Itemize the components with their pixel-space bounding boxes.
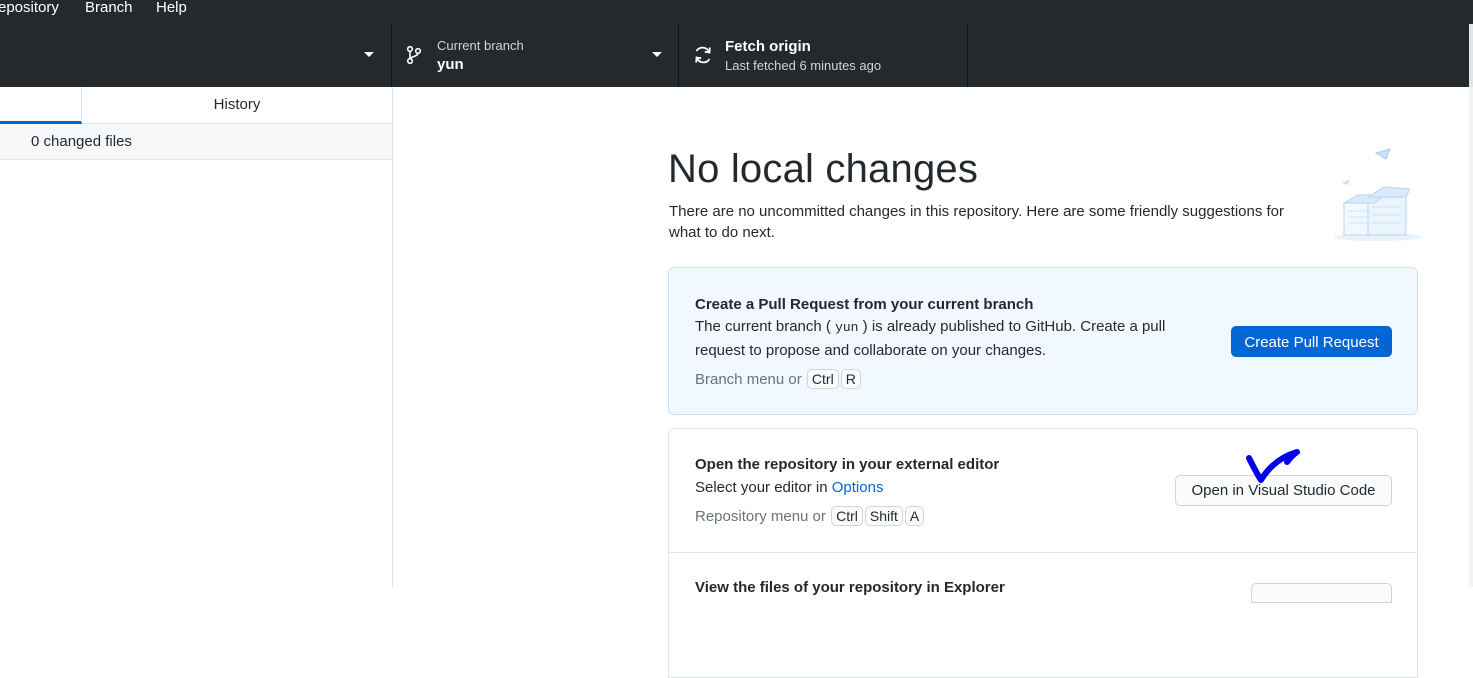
- pull-request-hint: Branch menu or Ctrl R: [695, 369, 862, 389]
- pull-request-title: Create a Pull Request from your current …: [695, 296, 1034, 313]
- hint-text: Repository menu or: [695, 508, 826, 525]
- external-editor-title: Open the repository in your external edi…: [695, 456, 1000, 473]
- fetch-origin-button[interactable]: Fetch origin Last fetched 6 minutes ago: [680, 24, 968, 87]
- chevron-down-icon: [652, 52, 662, 57]
- sync-icon: [695, 46, 711, 64]
- pull-request-text: The current branch (: [695, 318, 831, 335]
- scrollbar-edge: [1469, 24, 1473, 87]
- menu-repository[interactable]: epository: [0, 0, 59, 15]
- explorer-title: View the files of your repository in Exp…: [695, 579, 1005, 596]
- menu-help[interactable]: Help: [156, 0, 187, 15]
- toolbar: Current branch yun Fetch origin Last fet…: [0, 24, 1473, 87]
- show-in-explorer-button[interactable]: [1251, 583, 1392, 603]
- changed-files-header: 0 changed files: [0, 124, 392, 160]
- git-branch-icon: [406, 45, 422, 65]
- last-fetched-text: Last fetched 6 minutes ago: [725, 58, 882, 73]
- branch-code: yun: [835, 320, 859, 335]
- menu-branch[interactable]: Branch: [85, 0, 133, 15]
- external-editor-hint: Repository menu or Ctrl Shift A: [695, 506, 925, 526]
- hint-text: Branch menu or: [695, 371, 802, 388]
- chevron-down-icon: [364, 52, 374, 57]
- window-edge: [1469, 87, 1473, 587]
- fetch-origin-label: Fetch origin: [725, 38, 811, 55]
- kbd-ctrl: Ctrl: [831, 506, 863, 526]
- pull-request-description: The current branch ( yun ) is already pu…: [695, 315, 1195, 362]
- options-link[interactable]: Options: [832, 479, 884, 496]
- current-branch-label: Current branch: [437, 38, 524, 53]
- kbd-shift: Shift: [864, 506, 903, 526]
- pull-request-card: Create a Pull Request from your current …: [668, 267, 1418, 415]
- tab-changes[interactable]: [0, 87, 82, 124]
- menu-bar: epository Branch Help: [0, 0, 1473, 24]
- kbd-r: R: [840, 369, 861, 389]
- kbd-ctrl: Ctrl: [806, 369, 839, 389]
- sidebar: History 0 changed files: [0, 87, 393, 587]
- external-editor-description: Select your editor in Options: [695, 476, 1195, 499]
- current-repository-dropdown[interactable]: [0, 24, 392, 87]
- tab-bar: History: [0, 87, 392, 124]
- page-description: There are no uncommitted changes in this…: [669, 203, 1285, 241]
- tab-history[interactable]: History: [82, 87, 392, 124]
- changed-files-count: 0 changed files: [31, 133, 132, 150]
- main-content: No local changes There are no uncommitte…: [394, 87, 1473, 678]
- create-pull-request-button[interactable]: Create Pull Request: [1231, 326, 1392, 357]
- editor-text: Select your editor in: [695, 479, 828, 496]
- kbd-a: A: [904, 506, 925, 526]
- page-title: No local changes: [668, 147, 979, 191]
- empty-state-illustration-icon: [1334, 148, 1422, 241]
- suggestions-card: Open the repository in your external edi…: [668, 428, 1418, 678]
- current-branch-dropdown[interactable]: Current branch yun: [393, 24, 679, 87]
- card-divider: [669, 552, 1417, 553]
- current-branch-name: yun: [437, 56, 464, 73]
- checkmark-annotation-icon: [1246, 449, 1300, 483]
